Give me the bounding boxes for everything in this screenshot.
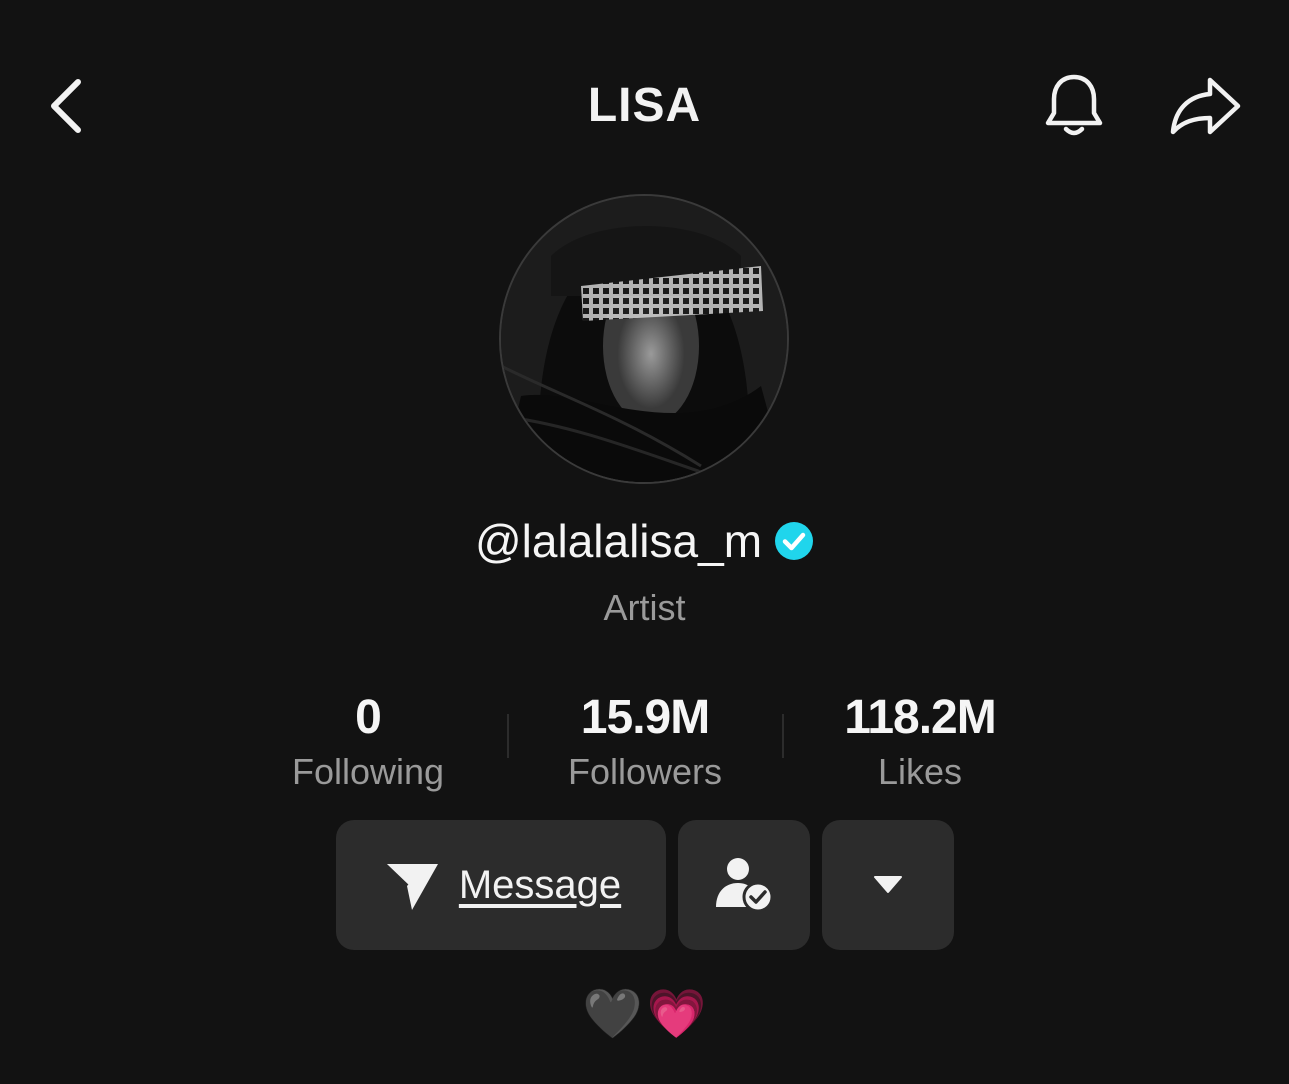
profile-bio: 🖤 💗	[0, 984, 1289, 1044]
stat-label: Likes	[877, 751, 963, 792]
bell-icon	[1045, 74, 1103, 136]
profile-actions: Message	[0, 820, 1289, 952]
profile-avatar[interactable]	[499, 194, 789, 484]
stat-label: Following	[291, 751, 445, 792]
following-status-button[interactable]	[678, 820, 810, 950]
suggested-accounts-button[interactable]	[822, 820, 954, 950]
stat-value: 15.9M	[580, 691, 710, 744]
stat-divider	[782, 714, 784, 758]
caret-down-icon	[874, 876, 902, 893]
stat-followers[interactable]: 15.9M Followers	[525, 690, 765, 798]
profile-header: LISA	[0, 0, 1289, 210]
verified-check-icon	[775, 522, 814, 560]
stat-divider	[507, 714, 509, 758]
verified-badge	[774, 521, 814, 561]
paper-plane-icon	[382, 862, 438, 910]
message-button[interactable]: Message	[336, 820, 666, 950]
notifications-bell-button[interactable]	[1036, 66, 1112, 146]
message-button-label: Message	[458, 862, 622, 907]
stat-following[interactable]: 0 Following	[248, 690, 488, 798]
stat-likes[interactable]: 118.2M Likes	[800, 690, 1040, 798]
avatar-portrait-image	[501, 196, 787, 482]
black-heart-emoji: 🖤	[582, 986, 643, 1042]
stat-label: Followers	[567, 751, 723, 792]
stat-value: 118.2M	[844, 691, 996, 744]
user-check-icon	[716, 858, 774, 913]
username-handle: @lalalalisa_m	[474, 515, 763, 567]
share-button[interactable]	[1164, 66, 1246, 146]
share-arrow-icon	[1170, 77, 1241, 135]
stat-value: 0	[355, 691, 382, 744]
profile-stats: 0 Following 15.9M Followers 118.2M Likes	[0, 690, 1289, 810]
pink-heart-emoji: 💗	[646, 986, 707, 1042]
handle-row: @lalalalisa_m	[0, 514, 1289, 568]
profile-category: Artist	[603, 587, 686, 628]
